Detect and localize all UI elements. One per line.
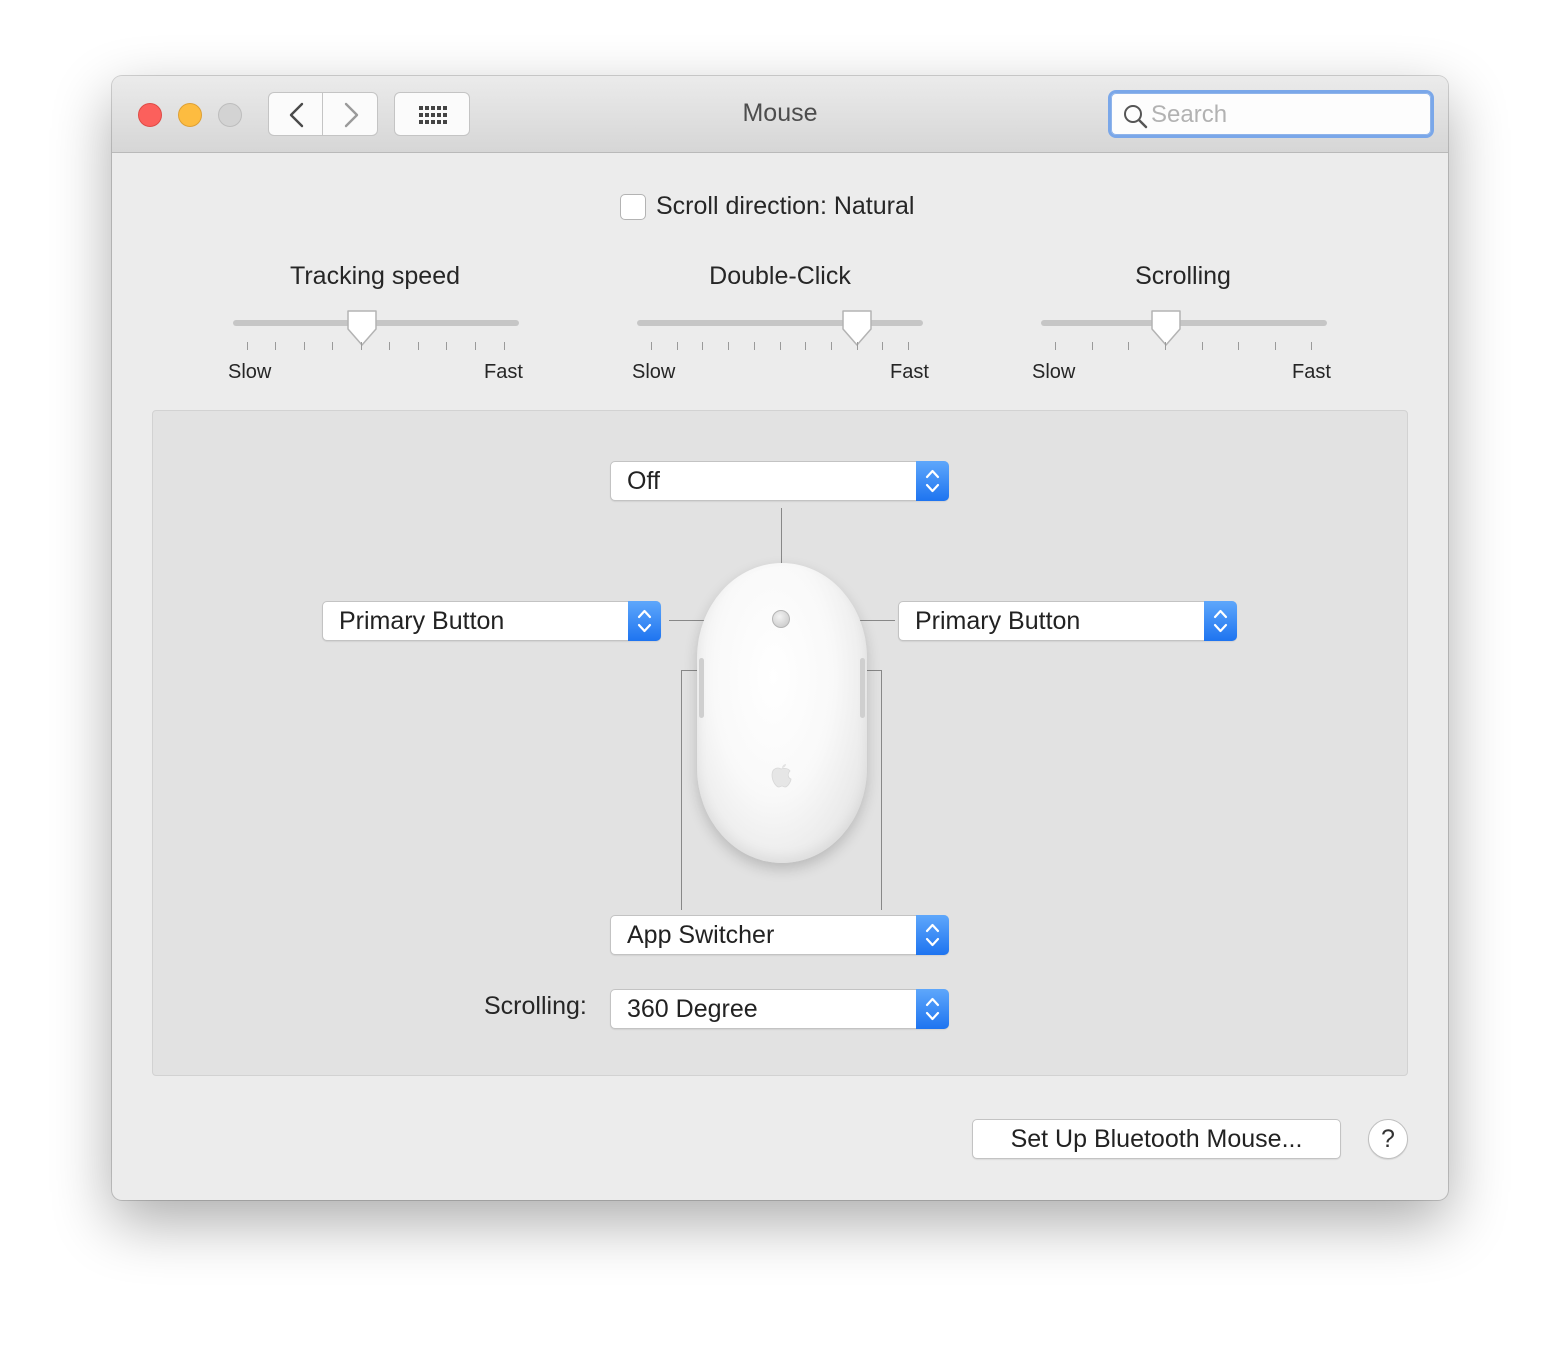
scroll-ball	[772, 610, 790, 628]
right-button-popup[interactable]: Primary Button	[898, 601, 1237, 641]
mouse-illustration	[697, 563, 867, 863]
popup-arrows-icon	[916, 461, 949, 501]
popup-arrows-icon	[916, 989, 949, 1029]
search-field[interactable]: Search	[1108, 90, 1434, 138]
double-click-min-label: Slow	[632, 361, 676, 383]
side-button-value: App Switcher	[627, 921, 775, 949]
popup-arrows-icon	[916, 915, 949, 955]
side-button-popup[interactable]: App Switcher	[610, 915, 949, 955]
apple-logo-icon	[771, 764, 792, 788]
left-button-value: Primary Button	[339, 607, 505, 635]
scrolling-mode-popup[interactable]: 360 Degree	[610, 989, 949, 1029]
scrolling-speed-title: Scrolling	[1135, 262, 1231, 290]
search-icon	[1124, 105, 1148, 129]
scrolling-speed-slider[interactable]	[1041, 320, 1327, 326]
scrolling-mode-label: Scrolling:	[484, 992, 587, 1020]
help-button[interactable]: ?	[1368, 1119, 1408, 1159]
scrolling-speed-knob[interactable]	[1149, 309, 1183, 349]
scroll-direction-checkbox[interactable]	[620, 194, 646, 220]
top-button-value: Off	[627, 467, 660, 495]
right-button-value: Primary Button	[915, 607, 1081, 635]
scrolling-mode-value: 360 Degree	[627, 995, 758, 1023]
popup-arrows-icon	[1204, 601, 1237, 641]
double-click-max-label: Fast	[890, 361, 929, 383]
preferences-window: Mouse Search Scroll direction: Natural T…	[112, 76, 1448, 1200]
left-button-popup[interactable]: Primary Button	[322, 601, 661, 641]
tracking-speed-min-label: Slow	[228, 361, 272, 383]
scrolling-speed-max-label: Fast	[1292, 361, 1331, 383]
scrolling-speed-min-label: Slow	[1032, 361, 1076, 383]
search-placeholder: Search	[1151, 101, 1228, 128]
side-right-connector-line	[881, 670, 882, 910]
double-click-title: Double-Click	[709, 262, 851, 290]
title-bar: Mouse Search	[112, 76, 1448, 153]
scroll-direction-label[interactable]: Scroll direction: Natural	[656, 192, 914, 221]
top-button-popup[interactable]: Off	[610, 461, 949, 501]
side-button-left	[699, 658, 704, 718]
tracking-speed-max-label: Fast	[484, 361, 523, 383]
double-click-slider[interactable]	[637, 320, 923, 326]
popup-arrows-icon	[628, 601, 661, 641]
side-button-right	[860, 658, 865, 718]
tracking-speed-title: Tracking speed	[290, 262, 460, 290]
setup-bluetooth-mouse-button[interactable]: Set Up Bluetooth Mouse...	[972, 1119, 1341, 1159]
tracking-speed-knob[interactable]	[345, 309, 379, 349]
side-left-connector-line	[681, 670, 682, 910]
